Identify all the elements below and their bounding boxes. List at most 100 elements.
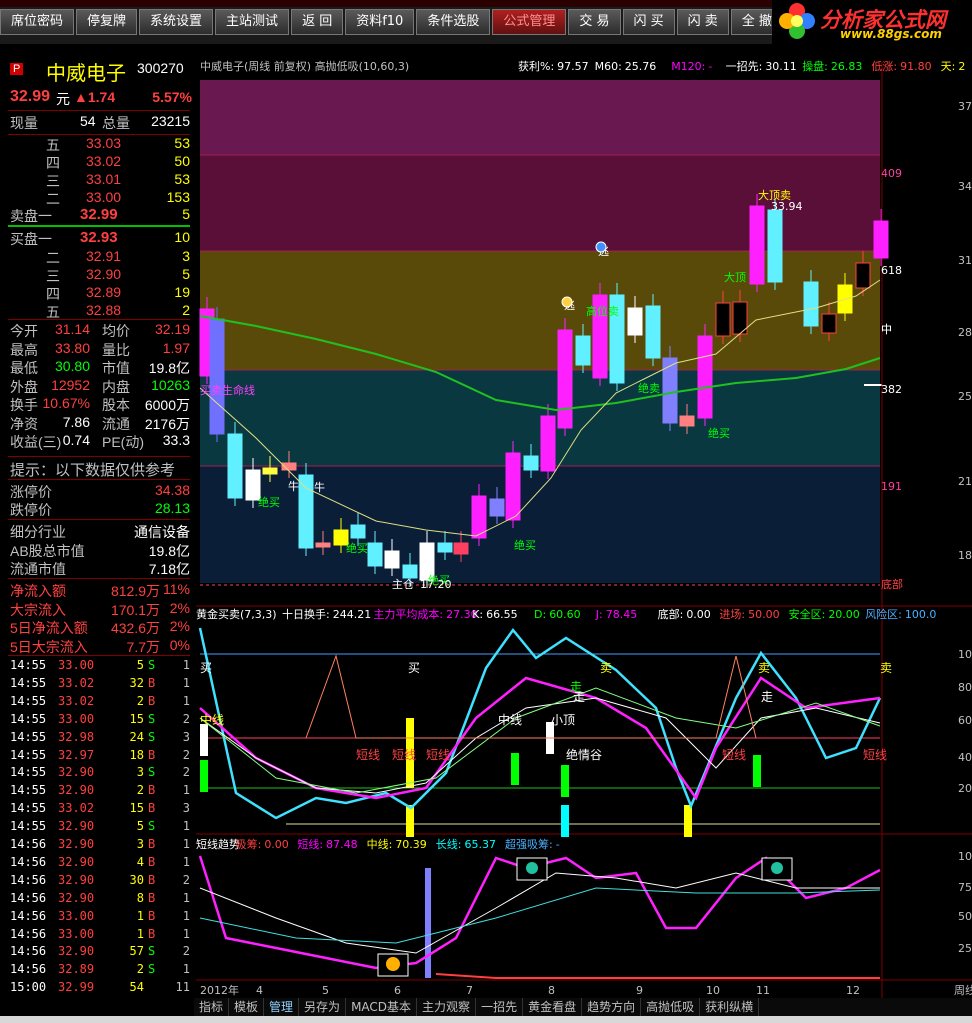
stat-readout: 超强吸筹: - [505, 837, 560, 851]
stat-value: 12952 [51, 376, 90, 393]
tick-volume: 1 [136, 926, 144, 941]
tick-count: 1 [182, 926, 190, 941]
stat-label: 净资 [10, 415, 38, 432]
stat-readout: 低涨: 91.80 [871, 60, 931, 73]
stat-value: 0.74 [62, 432, 90, 448]
indicator-tab[interactable]: 一招先 [476, 998, 524, 1016]
tick-row: 14:56 32.90 4 B 1 [0, 855, 196, 874]
market-badge: P [10, 63, 24, 75]
stat-value: 19.8亿 [148, 360, 190, 376]
mid-annotation: 短线 [863, 748, 887, 762]
signal-bar [406, 805, 414, 837]
tick-time: 14:55 [10, 675, 47, 690]
flow-row: 5日大宗流入 7.7万 0% [0, 637, 196, 656]
stat-value: 30.11 [765, 60, 797, 73]
tick-count: 1 [182, 819, 190, 834]
stat-value: 10263 [151, 376, 190, 393]
ask-level: 三 [46, 173, 60, 189]
candle-body [855, 262, 871, 289]
indicator-tab[interactable]: 另存为 [299, 998, 347, 1016]
candle-body [298, 474, 314, 549]
tick-time: 14:55 [10, 801, 47, 816]
bid-row: 三 32.90 5 [0, 266, 196, 285]
toolbar-button[interactable]: 闪 买 [622, 9, 675, 35]
info-row: 细分行业 通信设备 [0, 522, 196, 541]
low-axis-tick: 75 [958, 881, 972, 894]
zone-band [200, 80, 880, 155]
tick-volume: 15 [129, 801, 144, 816]
stat-value: 97.57 [557, 60, 589, 73]
bid1-row: 买盘一 32.93 10 [0, 229, 196, 248]
tick-count: 1 [182, 890, 190, 905]
chart-annotation: 牛 [288, 479, 299, 493]
toolbar-button[interactable]: 主站测试 [215, 9, 290, 35]
flow-row: 5日净流入额 432.6万 2% [0, 618, 196, 637]
toolbar-button[interactable]: 交 易 [568, 9, 621, 35]
time-axis-tick: 11 [756, 984, 770, 997]
indicator-tab[interactable]: 获利纵横 [700, 998, 760, 1016]
bid-row: 四 32.89 19 [0, 284, 196, 303]
signal-bar [561, 805, 569, 837]
bid-volume: 3 [182, 248, 190, 264]
chart-canvas[interactable]: 中威电子(周线 前复权) 高抛低吸(10,60,3) 获利%: 97.57 M60: 2… [196, 58, 972, 1000]
signal-dot-icon [526, 862, 538, 874]
candle-body [627, 307, 643, 336]
tick-side: B [148, 926, 156, 941]
toolbar-button[interactable]: 闪 卖 [676, 9, 729, 35]
time-axis-tick: 2012年 [200, 983, 239, 997]
chart-area[interactable]: 中威电子(周线 前复权) 高抛低吸(10,60,3) 获利%: 97.57 M60: 2… [196, 58, 972, 1000]
stat-value: 87.48 [326, 838, 358, 851]
toolbar-button[interactable]: 停复牌 [76, 9, 138, 35]
stat-value: 10.67% [42, 395, 90, 411]
indicator-tab[interactable]: 模板 [229, 998, 265, 1016]
toolbar-button[interactable]: 席位密码 [0, 9, 75, 35]
indicator-tab[interactable]: 黄金看盘 [523, 998, 583, 1016]
stat-label: 低涨: [871, 60, 897, 73]
tick-volume: 18 [129, 747, 144, 762]
indicator-tab[interactable]: 指标 [194, 998, 230, 1016]
toolbar-button[interactable]: 公式管理 [492, 9, 567, 35]
indicator-tab[interactable]: 高抛低吸 [641, 998, 701, 1016]
stat-label: 一招先: [726, 59, 763, 73]
stat-readout: 十日换手: 244.21 [282, 607, 371, 621]
stat-label: 获利%: [518, 60, 554, 73]
indicator-tab[interactable]: 趋势方向 [582, 998, 642, 1016]
stat-label: 主力平均成本: [373, 607, 443, 621]
chart-annotation: 17.20 [420, 578, 452, 591]
indicator-tab[interactable]: MACD基本 [346, 998, 418, 1016]
tick-time: 14:55 [10, 693, 47, 708]
mid-annotation: 卖 [758, 661, 770, 675]
limit-value: 28.13 [154, 500, 190, 516]
tick-volume: 4 [136, 854, 144, 869]
stat-readout: K: 66.55 [472, 608, 517, 621]
tick-price: 33.00 [58, 926, 95, 941]
tick-row: 14:55 33.02 2 B 1 [0, 694, 196, 713]
tip-text: 提示：以下数据仅供参考 [10, 462, 176, 479]
indicator-tab[interactable]: 管理 [264, 998, 300, 1016]
candle-body [402, 564, 418, 579]
toolbar-button[interactable]: 返 回 [291, 9, 344, 35]
ask1-price: 32.99 [80, 206, 118, 223]
time-axis-tick: 7 [466, 984, 473, 997]
tick-count: 11 [175, 980, 190, 995]
stat-value: 0.00 [264, 838, 289, 851]
time-axis-tick: 5 [322, 984, 329, 997]
stat-readout: 短线: 87.48 [297, 837, 357, 851]
toolbar-button[interactable]: 系统设置 [139, 9, 214, 35]
tick-volume: 3 [136, 765, 144, 780]
mid-annotation: 走 [570, 680, 582, 694]
candle-body [384, 550, 400, 569]
bid1-label: 买盘一 [10, 231, 52, 247]
divider [8, 456, 190, 457]
toolbar-button[interactable]: 条件选股 [416, 9, 491, 35]
stat-label: 中线: [367, 837, 393, 851]
tick-row: 14:56 33.00 1 B 1 [0, 927, 196, 946]
mid-chart-title: 黄金买卖(7,3,3) [196, 607, 277, 621]
stat-label: M120: [671, 60, 705, 73]
tick-price: 32.89 [58, 962, 95, 977]
stat-value: 32.19 [154, 321, 190, 337]
indicator-tab[interactable]: 主力观察 [417, 998, 477, 1016]
price-change: ▲1.74 [74, 89, 116, 105]
toolbar-button[interactable]: 资料f10 [345, 9, 415, 35]
divider [8, 110, 190, 111]
